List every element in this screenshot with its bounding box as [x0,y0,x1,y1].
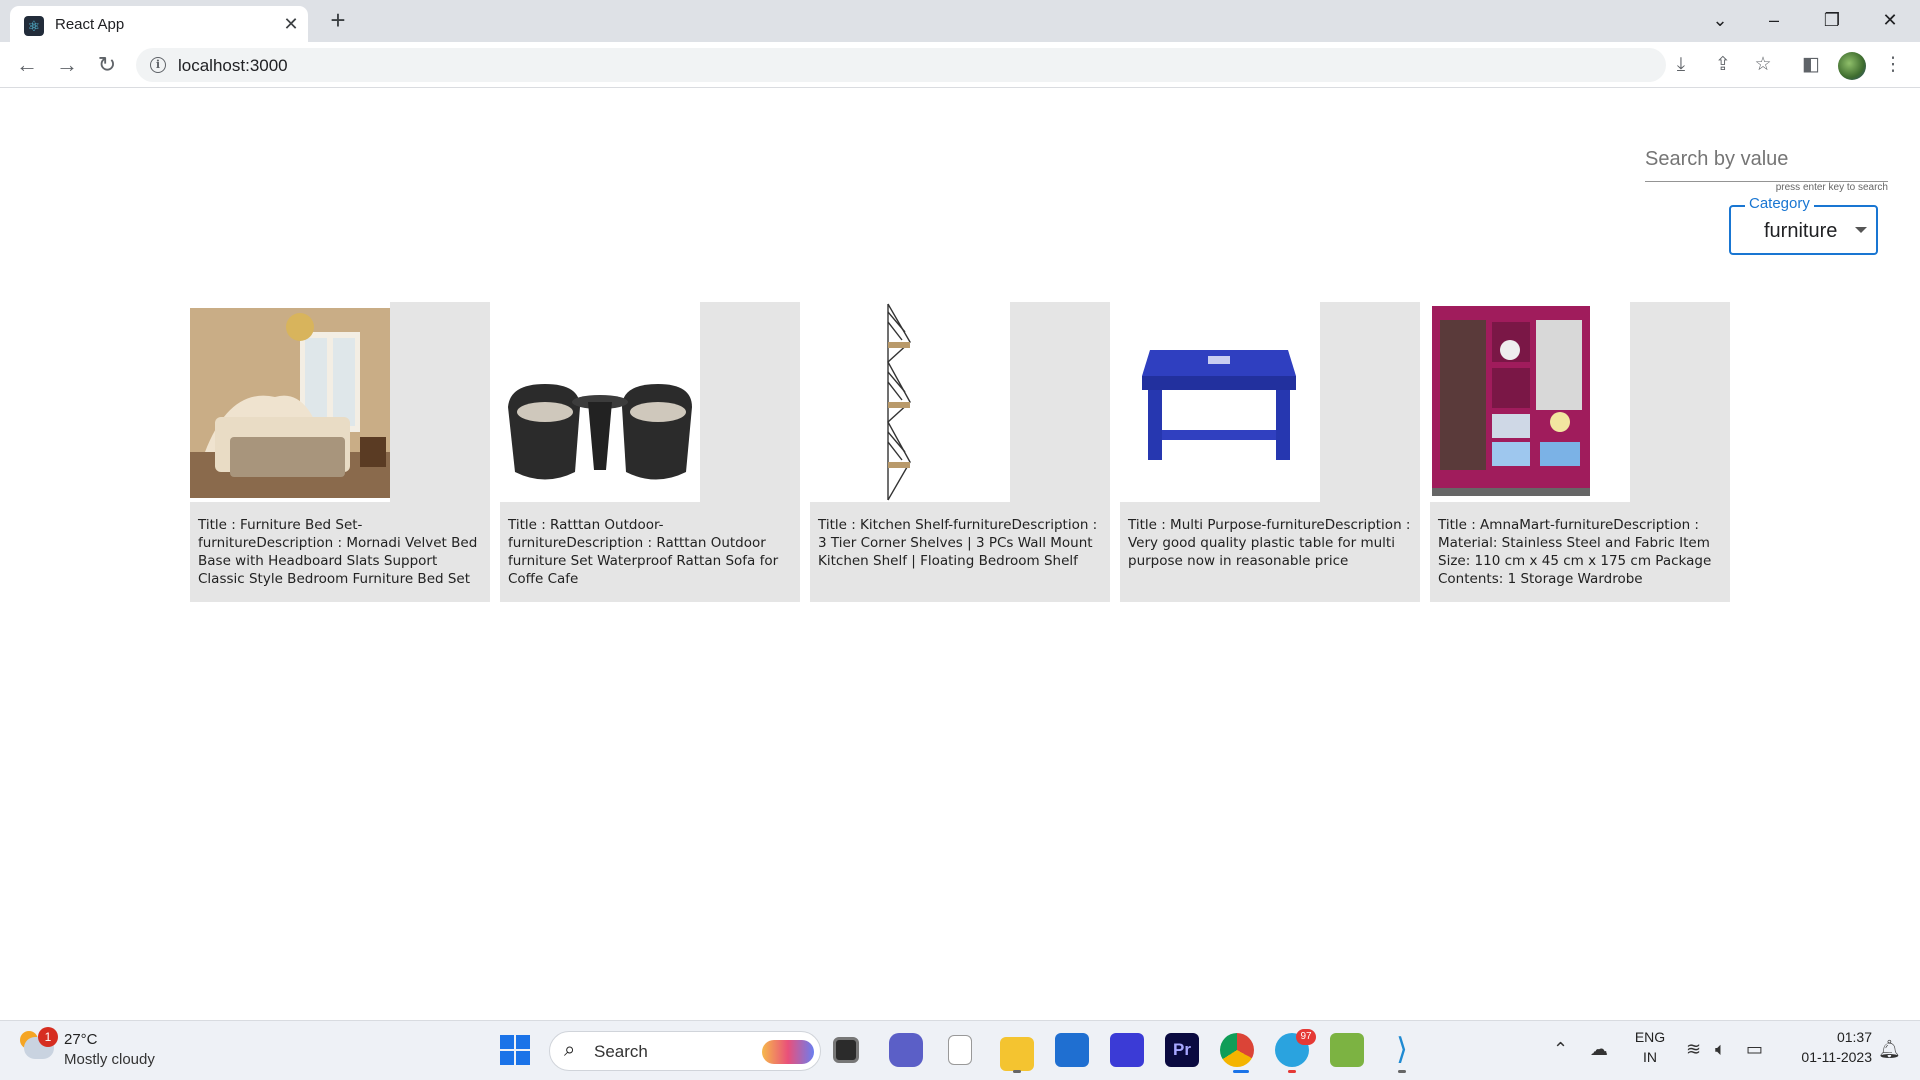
running-indicator [1288,1070,1296,1073]
product-card[interactable]: Title : AmnaMart-furnitureDescription : … [1430,302,1730,602]
category-select[interactable]: Category furniture [1729,195,1878,255]
close-window-button[interactable]: ✕ [1870,4,1910,36]
search-highlight-icon [762,1040,814,1064]
clock-time[interactable]: 01:37 [1782,1029,1872,1045]
search-hint: press enter key to search [1775,182,1888,193]
notepad-icon[interactable] [948,1035,972,1065]
wifi-icon[interactable]: ≋ [1686,1039,1701,1060]
telegram-badge: 97 [1296,1029,1316,1045]
category-label: Category [1745,195,1814,212]
product-description: Title : Kitchen Shelf-furnitureDescripti… [818,517,1098,569]
product-description: Title : AmnaMart-furnitureDescription : … [1438,517,1712,587]
premiere-pro-icon[interactable]: Pr [1165,1033,1199,1067]
product-description: Title : Furniture Bed Set-furnitureDescr… [198,517,478,587]
install-app-icon[interactable]: ⤓ [1666,50,1696,80]
clock-date[interactable]: 01-11-2023 [1782,1049,1872,1065]
microsoft-store-icon[interactable] [1055,1033,1089,1067]
product-image-corner-shelf [810,302,1010,502]
share-icon[interactable]: ⇪ [1708,50,1738,80]
browser-toolbar: ← → ↻ i localhost:3000 ⤓ ⇪ ☆ ◧ ⋮ [0,42,1920,88]
volume-icon[interactable]: 🔈︎ [1715,1039,1726,1060]
bookmark-star-icon[interactable]: ☆ [1748,50,1778,80]
product-description: Title : Multi Purpose-furnitureDescripti… [1128,517,1411,569]
search-field [1645,138,1888,182]
browser-tab[interactable]: ⚛ React App ✕ [10,6,308,42]
category-value: furniture [1764,220,1838,242]
profile-avatar[interactable] [1838,52,1866,80]
taskbar-search-label: Search [594,1042,648,1061]
notification-bell-icon[interactable]: 🔔︎ [1878,1039,1901,1060]
url-text[interactable]: localhost:3000 [178,56,288,76]
new-tab-button[interactable]: + [324,6,352,34]
chrome-icon[interactable] [1220,1033,1254,1067]
reload-icon[interactable]: ↻ [92,50,122,80]
close-tab-icon[interactable]: ✕ [280,13,302,35]
vector-app-icon[interactable] [1110,1033,1144,1067]
product-card[interactable]: Title : Multi Purpose-furnitureDescripti… [1120,302,1420,602]
windows-start-icon[interactable] [498,1033,532,1067]
dropdown-arrow-icon [1855,227,1867,233]
file-explorer-icon[interactable] [1000,1037,1034,1071]
tab-title: React App [55,16,125,33]
restore-button[interactable]: ❐ [1812,4,1852,36]
product-card[interactable]: Title : Kitchen Shelf-furnitureDescripti… [810,302,1110,602]
chevron-up-icon[interactable]: ⌃ [1553,1039,1568,1060]
taskbar-search-box[interactable]: ⌕ Search [549,1031,821,1071]
search-input[interactable] [1645,144,1888,174]
side-panel-icon[interactable]: ◧ [1796,50,1826,80]
browser-tab-strip: ⚛ React App ✕ + ⌄ – ❐ ✕ [0,0,1920,42]
battery-icon[interactable]: ▭ [1746,1039,1763,1060]
product-image-plastic-table [1120,302,1320,502]
weather-description[interactable]: Mostly cloudy [64,1051,155,1068]
task-view-icon[interactable] [833,1037,859,1063]
react-favicon-icon: ⚛ [24,16,44,36]
tab-search-chevron-icon[interactable]: ⌄ [1700,4,1740,36]
product-image-wardrobe [1430,302,1630,502]
menu-kebab-icon[interactable]: ⋮ [1878,50,1908,80]
running-indicator [1398,1070,1406,1073]
product-card[interactable]: Title : Ratttan Outdoor-furnitureDescrip… [500,302,800,602]
language-bottom[interactable]: IN [1632,1049,1668,1065]
weather-temperature[interactable]: 27°C [64,1031,98,1048]
forward-arrow-icon[interactable]: → [52,50,82,80]
onedrive-cloud-icon[interactable]: ☁ [1590,1039,1608,1060]
product-description: Title : Ratttan Outdoor-furnitureDescrip… [508,517,779,587]
address-bar[interactable]: i localhost:3000 [136,48,1666,82]
paint-app-icon[interactable] [1330,1033,1364,1067]
product-card[interactable]: Title : Furniture Bed Set-furnitureDescr… [190,302,490,602]
vscode-icon[interactable]: ⟩ [1385,1033,1419,1067]
minimize-button[interactable]: – [1754,4,1794,36]
search-icon: ⌕ [564,1039,576,1061]
teams-chat-icon[interactable] [889,1033,923,1067]
active-indicator [1233,1070,1249,1073]
weather-notification-badge: 1 [38,1027,58,1047]
product-image-rattan-set [500,302,700,502]
site-info-icon[interactable]: i [150,57,166,73]
product-image-bed [190,302,390,502]
windows-taskbar: 1 27°C Mostly cloudy ⌕ Search Pr 97 ⟩ ⌃ … [0,1020,1920,1080]
back-arrow-icon[interactable]: ← [12,50,42,80]
running-indicator [1013,1070,1021,1073]
language-top[interactable]: ENG [1632,1029,1668,1045]
